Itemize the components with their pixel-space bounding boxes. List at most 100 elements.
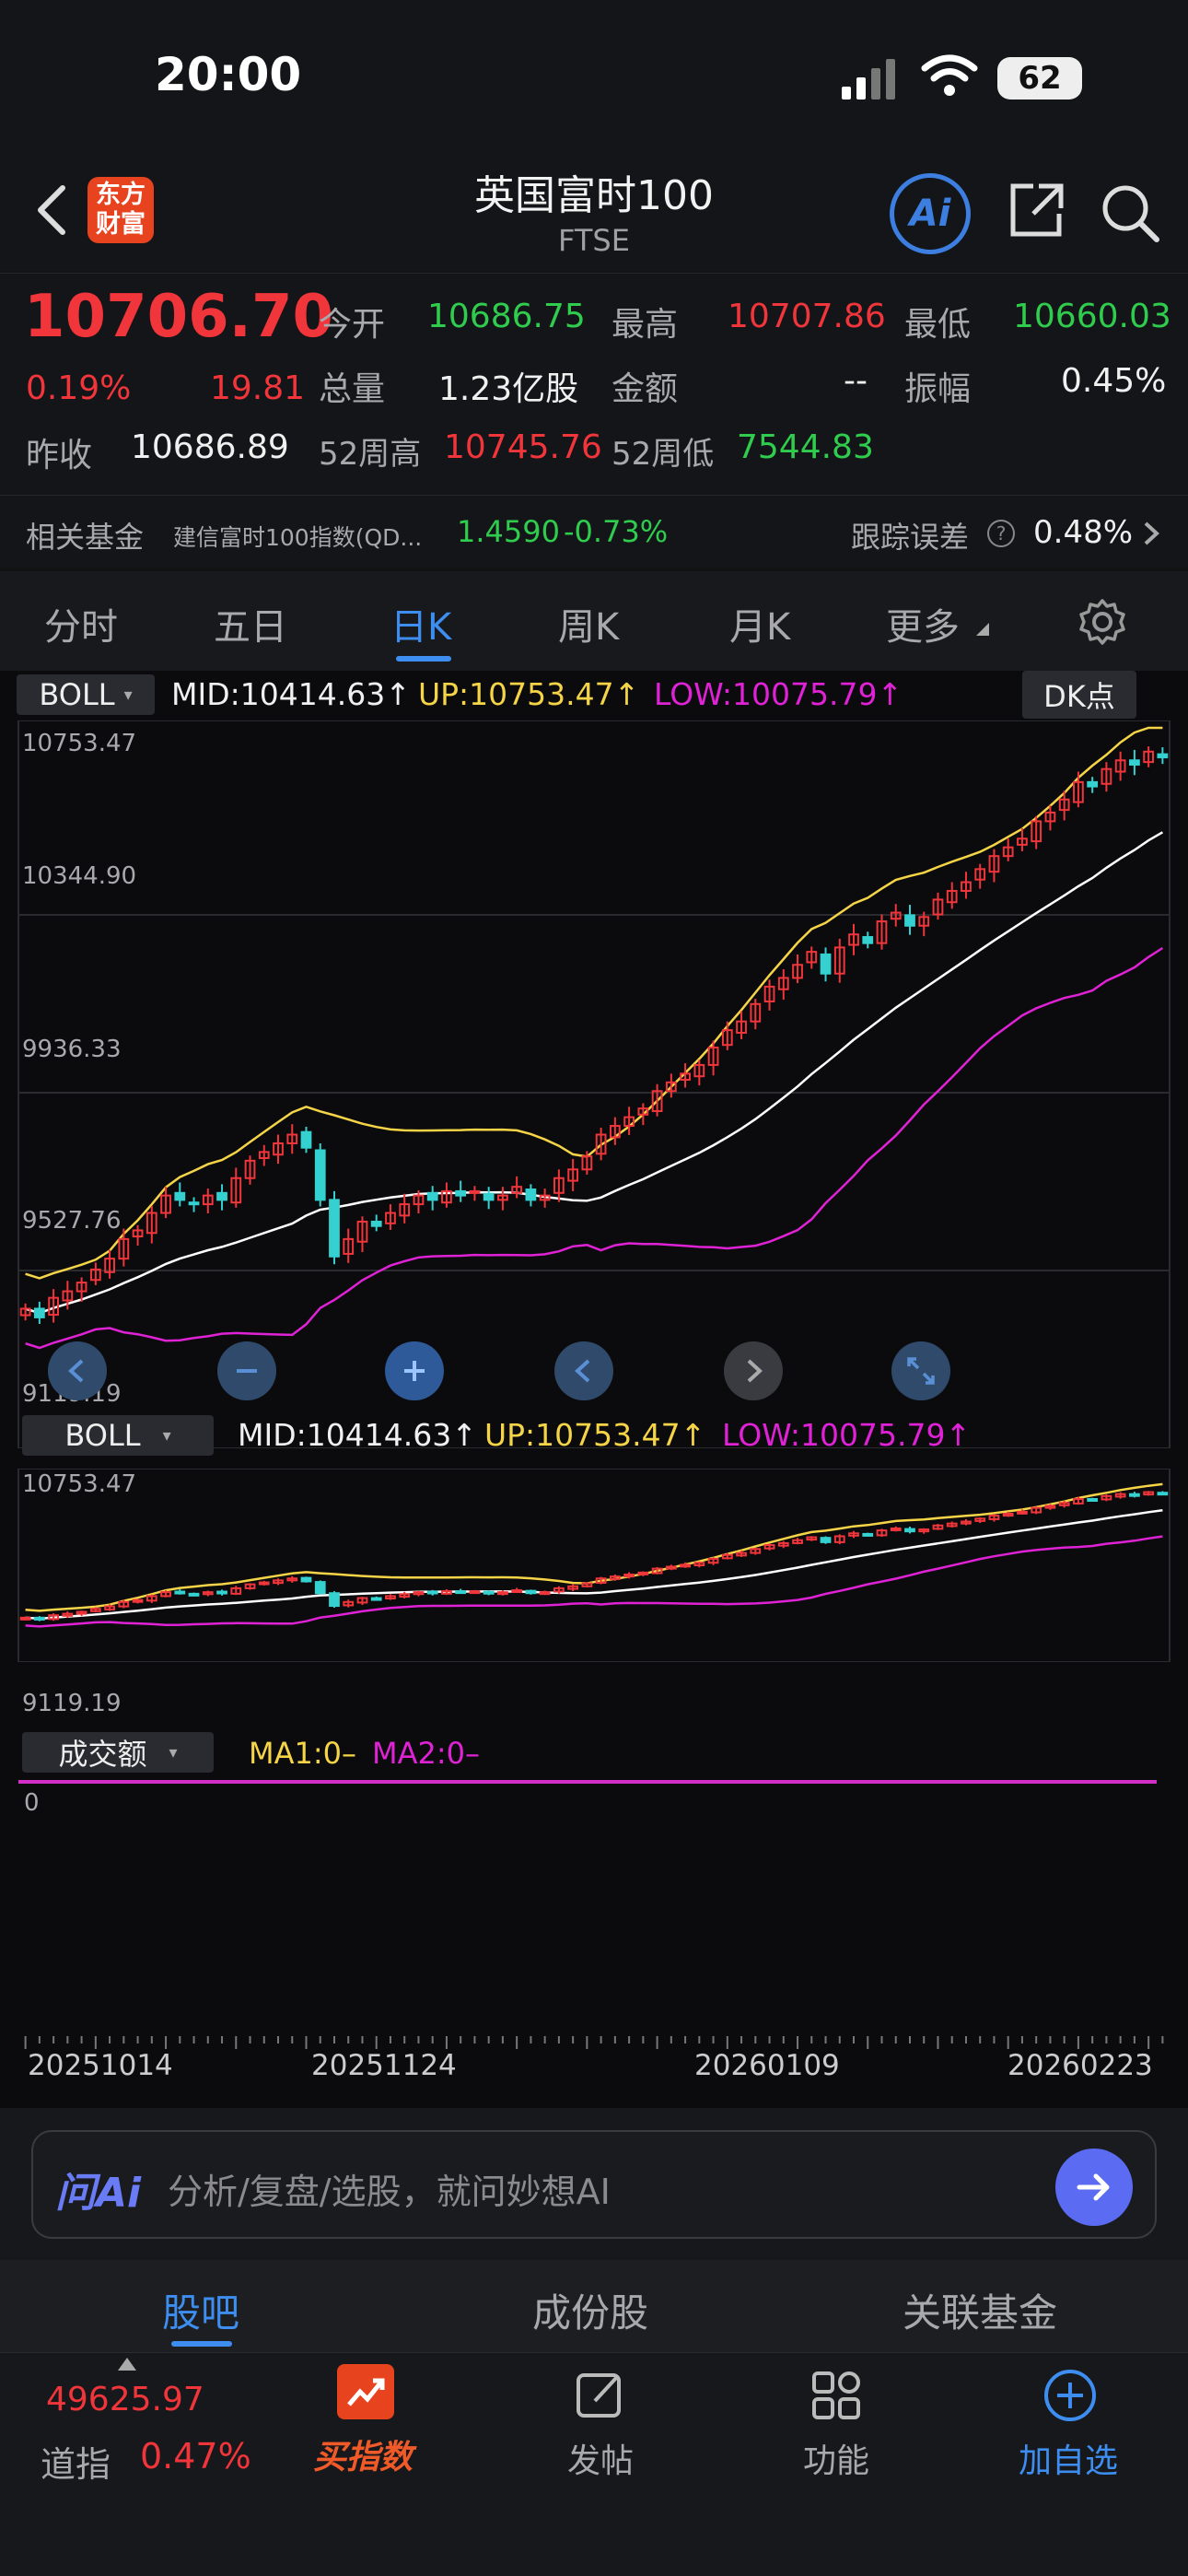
search-icon[interactable] [1098,181,1162,245]
tab-more[interactable]: 更多 [886,597,960,650]
mini-kline-svg[interactable] [0,1469,1188,1662]
week52-high-label: 52周高 [319,436,422,473]
indicator-select-main[interactable]: BOLL ▾ [17,674,155,715]
main-kline-svg[interactable] [0,720,1188,1448]
dk-point-button[interactable]: DK点 [1022,671,1136,719]
dropdown-triangle-icon [974,621,989,636]
nav-bar: 东方 财富 英国富时100 FTSE Ai [0,157,1188,272]
buy-index-label[interactable]: 买指数 [313,2430,413,2478]
tab-weekly-k[interactable]: 周K [558,597,619,650]
kline-chart-area[interactable]: BOLL ▾ MID:10414.63↑ UP:10753.47↑ LOW:10… [0,671,1188,2108]
open-label: 今开 [319,306,386,344]
indicator-select-volume[interactable]: 成交额 ▾ [22,1732,214,1773]
post-label[interactable]: 发帖 [567,2434,634,2482]
subtab-related-funds[interactable]: 关联基金 [903,2282,1057,2338]
high-label: 最高 [611,306,679,344]
scroll-left-icon[interactable] [554,1341,613,1400]
ask-ai-input[interactable]: 分析/复盘/选股，就问妙想AI [168,2163,611,2214]
mini-boll-low: LOW:10075.79↑ [722,1417,972,1453]
scroll-left-fast-icon[interactable] [48,1341,107,1400]
ask-ai-section: 问Ai 分析/复盘/选股，就问妙想AI [0,2108,1188,2260]
volume-ma-line [18,1780,1157,1784]
indicator-main-label: BOLL [39,677,115,712]
function-grid-icon[interactable] [810,2370,862,2421]
mini-candle-body [1129,1493,1140,1497]
mini-candle-body [216,1590,227,1595]
mini-candle-body [497,1591,508,1596]
subtab-constituents[interactable]: 成份股 [532,2282,648,2338]
ask-ai-box[interactable]: 问Ai 分析/复盘/选股，就问妙想AI [31,2130,1157,2239]
mini-candle-body [300,1576,312,1583]
scroll-right-icon[interactable] [724,1341,783,1400]
mini-frame [17,1469,1171,1662]
add-watchlist-icon[interactable] [1042,2368,1098,2423]
share-icon[interactable] [1006,181,1066,241]
tab-five-day[interactable]: 五日 [214,597,287,650]
status-time: 20:00 [155,48,302,101]
week52-high-value: 10745.76 [444,428,602,466]
zoom-in-icon[interactable] [385,1341,444,1400]
main-boll-mid-line [25,831,1164,1315]
subtab-guba[interactable]: 股吧 [162,2282,239,2338]
mini-candle-body [1017,1510,1028,1515]
main-boll-low-line [25,946,1164,1350]
fund-name: 建信富时100指数(QD... [173,524,423,551]
main-candle-body [426,1191,438,1201]
related-fund-row[interactable]: 相关基金 建信富时100指数(QD... 1.4590 -0.73% 跟踪误差 … [0,495,1188,568]
main-candle-body [483,1192,495,1201]
track-value: 0.48% [1033,514,1134,551]
tab-monthly-k[interactable]: 月K [729,597,790,650]
ai-label: Ai [909,193,951,235]
tab-intraday[interactable]: 分时 [44,597,118,650]
help-icon[interactable]: ? [987,520,1015,547]
x-date-1: 20251014 [28,2049,173,2082]
mini-candle-body [680,1563,691,1568]
amount-label: 金额 [611,370,679,408]
main-candle-body [1087,780,1099,788]
volume-ma1: MA1:0– [249,1736,356,1771]
mini-candle-body [1157,1492,1169,1496]
mini-candle-body [19,1616,31,1621]
x-date-2: 20251124 [311,2049,457,2082]
ticker-index-value[interactable]: 49625.97 [46,2381,204,2418]
boll-mid-text: MID:10414.63 [171,676,386,712]
add-watchlist-label[interactable]: 加自选 [1019,2434,1118,2482]
mini-candle-body [188,1592,200,1597]
amplitude-value: 0.45% [1061,362,1167,400]
battery-level: 62 [1018,60,1062,97]
indicator-select-mini[interactable]: BOLL ▾ [22,1415,214,1456]
y-label-3: 9936.33 [22,1036,122,1063]
ticker-index-change[interactable]: 0.47% [140,2436,251,2476]
dk-point-label: DK点 [1043,679,1115,714]
week52-low-value: 7544.83 [737,428,874,466]
boll-low-text: LOW:10075.79 [654,676,878,712]
volume-value: 1.23亿股 [438,370,579,408]
zoom-out-icon[interactable] [217,1341,276,1400]
dropdown-icon: ▾ [169,1742,178,1762]
fund-change: -0.73% [564,514,669,549]
change-value: 19.81 [210,369,306,407]
week52-low-label: 52周低 [611,436,715,473]
main-candle-body [300,1130,312,1149]
buy-index-icon[interactable] [337,2364,394,2419]
fullscreen-icon[interactable] [891,1341,950,1400]
volume-y-zero: 0 [24,1789,40,1817]
chevron-right-icon [1140,520,1162,547]
boll-mid: MID:10414.63↑ [171,676,411,712]
ticker-index-name[interactable]: 道指 [41,2436,111,2487]
amount-value: -- [844,362,868,400]
send-arrow-icon[interactable] [1055,2149,1133,2226]
mini-candle-body [890,1527,902,1531]
tab-daily-k[interactable]: 日K [390,597,451,650]
mini-candle-body [525,1589,537,1595]
ai-button[interactable]: Ai [890,173,971,254]
main-candle-body [33,1307,45,1318]
settings-gear-icon[interactable] [1077,597,1127,647]
mini-y-top: 10753.47 [22,1470,137,1498]
function-label[interactable]: 功能 [803,2434,869,2482]
up-triangle-icon [118,2357,136,2371]
quote-panel: 10706.70 0.19% 19.81 昨收 10686.89 今开 1068… [0,273,1188,568]
post-edit-icon[interactable] [575,2370,626,2421]
low-label: 最低 [904,306,972,344]
mini-candle-body [370,1597,382,1601]
